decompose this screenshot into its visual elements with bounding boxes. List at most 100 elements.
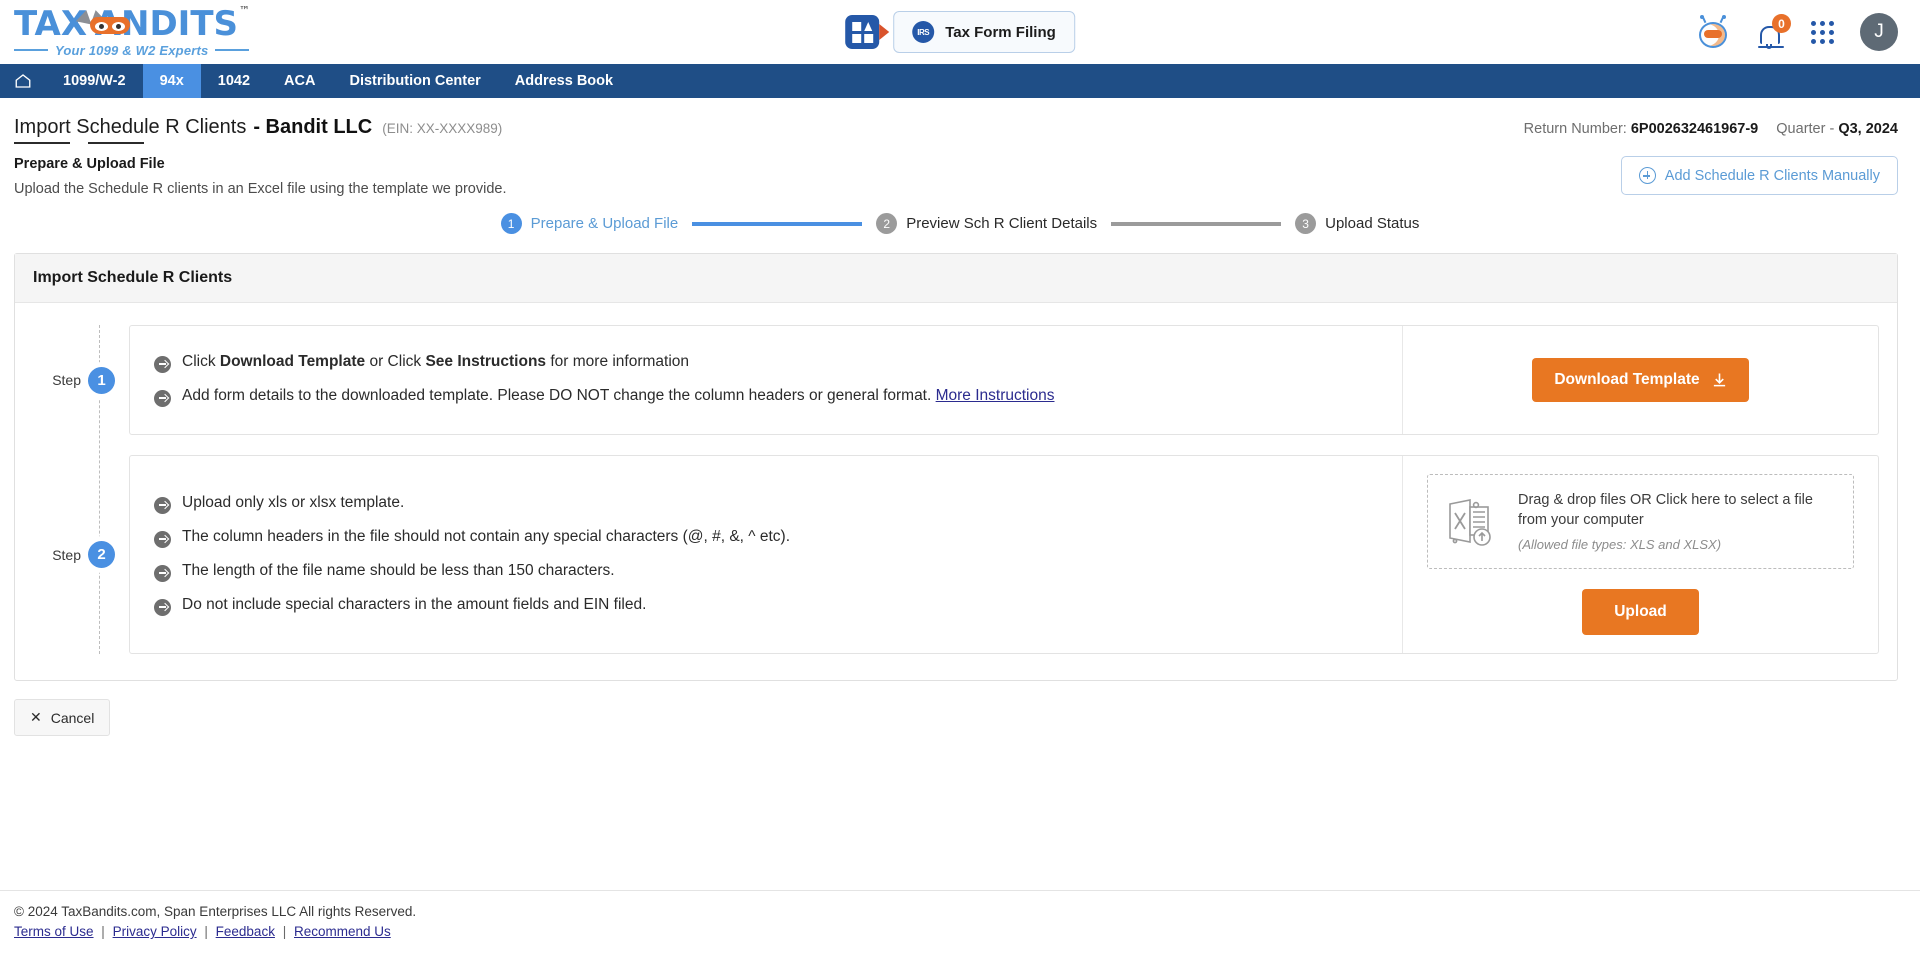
stepper-connector-1 — [692, 221, 863, 226]
stepper-step-1-label: Prepare & Upload File — [530, 215, 679, 232]
nav-label: 94x — [159, 73, 184, 89]
upload-button[interactable]: Upload — [1582, 589, 1699, 636]
step-1-marker: Step 1 — [33, 325, 129, 435]
excel-upload-icon — [1446, 495, 1502, 549]
irs-seal-icon: IRS — [912, 21, 935, 43]
stepper-step-2-label: Preview Sch R Client Details — [906, 215, 1098, 232]
nav-label: Distribution Center — [349, 73, 481, 89]
step-2-block: Step 2 Upload only xls or xlsx template.… — [33, 455, 1879, 655]
dropzone-text-group: Drag & drop files OR Click here to selec… — [1518, 491, 1835, 552]
nav-item-94x[interactable]: 94x — [142, 64, 201, 98]
nav-item-1042[interactable]: 1042 — [201, 64, 267, 98]
nav-label: Address Book — [514, 73, 614, 89]
step-2-word: Step — [52, 546, 81, 563]
title-underline-decoration — [14, 142, 144, 144]
business-name: - Bandit LLC — [253, 116, 373, 138]
step-2-bullet-4-text: Do not include special characters in the… — [182, 595, 647, 613]
app-launcher-icon[interactable] — [1811, 20, 1834, 44]
step-2-panel: Upload only xls or xlsx template. The co… — [129, 455, 1879, 655]
notification-count-badge: 0 — [1772, 14, 1791, 33]
nav-item-1099-w2[interactable]: 1099/W-2 — [46, 64, 143, 98]
step-2-bullet-3-text: The length of the file name should be le… — [182, 561, 615, 579]
cancel-button[interactable]: ✕ Cancel — [14, 699, 111, 737]
bandit-bot-icon[interactable] — [1695, 15, 1731, 49]
footer-link-feedback[interactable]: Feedback — [216, 924, 275, 939]
footer-copyright: © 2024 TaxBandits.com, Span Enterprises … — [14, 904, 417, 919]
business-ein: (EIN: XX-XXXX989) — [382, 121, 503, 136]
stepper-connector-2 — [1111, 221, 1282, 226]
file-dropzone[interactable]: Drag & drop files OR Click here to selec… — [1427, 474, 1854, 570]
close-icon: ✕ — [30, 709, 42, 726]
return-number-value: 6P002632461967-9 — [1630, 121, 1759, 137]
nav-item-aca[interactable]: ACA — [267, 64, 332, 98]
step-2-bullet-4: Do not include special characters in the… — [154, 596, 1378, 616]
step-2-instructions: Upload only xls or xlsx template. The co… — [130, 456, 1402, 653]
step-2-bullet-3: The length of the file name should be le… — [154, 562, 1378, 582]
footer-separator: | — [101, 924, 105, 939]
subhead-row: Prepare & Upload File Upload the Schedul… — [0, 139, 1920, 197]
add-schedule-r-clients-manually-button[interactable]: Add Schedule R Clients Manually — [1620, 156, 1898, 195]
top-header: TAX ANDITS ™ Your 1099 & W2 Experts IRS … — [0, 0, 1920, 64]
tax-form-filing-label: Tax Form Filing — [945, 23, 1056, 41]
quarter-label: Quarter - — [1776, 121, 1835, 137]
avatar[interactable]: J — [1860, 13, 1898, 51]
download-template-button[interactable]: Download Template — [1532, 358, 1749, 402]
logo-wordmark: TAX ANDITS ™ — [14, 3, 250, 44]
step-2-bullet-1: Upload only xls or xlsx template. — [154, 494, 1378, 514]
download-template-label: Download Template — [1554, 371, 1700, 388]
page-header-row: Import Schedule R Clients - Bandit LLC (… — [0, 98, 1920, 144]
step-1-panel: Click Download Template or Click See Ins… — [129, 325, 1879, 435]
step-2-bullet-2-text: The column headers in the file should no… — [182, 527, 791, 545]
bandit-mask-icon — [75, 7, 131, 35]
header-right-group: 0 J — [1695, 13, 1898, 51]
trademark-symbol: ™ — [239, 3, 250, 17]
progress-stepper: 1 Prepare & Upload File 2 Preview Sch R … — [0, 213, 1920, 234]
footer-separator: | — [282, 924, 287, 939]
cancel-row: ✕ Cancel — [0, 681, 1920, 737]
step-1-number: 1 — [88, 366, 115, 394]
logo-tagline: Your 1099 & W2 Experts — [14, 43, 250, 58]
step-1-bullet-2: Add form details to the downloaded templ… — [154, 387, 1378, 407]
stepper-step-2-number: 2 — [876, 213, 898, 234]
subhead-heading: Prepare & Upload File — [14, 156, 165, 172]
stepper-step-3[interactable]: 3 Upload Status — [1295, 213, 1419, 234]
notification-bell-icon[interactable]: 0 — [1757, 14, 1791, 49]
nav-item-address-book[interactable]: Address Book — [498, 64, 630, 98]
nav-label: 1042 — [217, 73, 251, 89]
footer-link-terms-of-use[interactable]: Terms of Use — [14, 924, 94, 939]
step-1-bullet-2-text: Add form details to the downloaded templ… — [182, 387, 1055, 404]
apps-grid-icon[interactable] — [845, 15, 890, 49]
stepper-step-1-number: 1 — [500, 213, 522, 234]
subhead-text-group: Prepare & Upload File Upload the Schedul… — [14, 156, 506, 197]
step-1-bullet-1-text: Click Download Template or Click See Ins… — [182, 353, 690, 370]
step-1-instructions: Click Download Template or Click See Ins… — [130, 326, 1402, 434]
cancel-label: Cancel — [50, 709, 95, 726]
step-2-number: 2 — [88, 541, 115, 569]
more-instructions-link[interactable]: More Instructions — [936, 387, 1055, 404]
stepper-step-3-label: Upload Status — [1325, 215, 1420, 232]
stepper-step-2[interactable]: 2 Preview Sch R Client Details — [876, 213, 1097, 234]
tax-form-filing-button[interactable]: IRS Tax Form Filing — [893, 11, 1075, 53]
step-1-word: Step — [52, 372, 81, 388]
stepper-step-1[interactable]: 1 Prepare & Upload File — [500, 213, 679, 234]
arrow-bullet-icon — [154, 356, 171, 373]
arrow-bullet-icon — [154, 496, 171, 514]
nav-label: 1099/W-2 — [63, 73, 126, 89]
taxbandits-logo[interactable]: TAX ANDITS ™ Your 1099 & W2 Experts — [14, 3, 250, 58]
logo-text-pre: TAX — [14, 3, 88, 44]
page-footer: © 2024 TaxBandits.com, Span Enterprises … — [0, 890, 1920, 953]
footer-separator: | — [204, 924, 208, 939]
nav-item-distribution-center[interactable]: Distribution Center — [332, 64, 497, 98]
arrow-bullet-icon — [154, 390, 171, 407]
home-icon[interactable] — [0, 64, 46, 98]
footer-link-recommend-us[interactable]: Recommend Us — [294, 924, 391, 939]
footer-link-privacy-policy[interactable]: Privacy Policy — [113, 924, 197, 939]
page-title: Import Schedule R Clients — [14, 116, 247, 138]
add-manually-label: Add Schedule R Clients Manually — [1664, 167, 1880, 184]
quarter-value: Q3, 2024 — [1838, 121, 1898, 137]
upload-label: Upload — [1614, 603, 1667, 621]
step-2-bullet-1-text: Upload only xls or xlsx template. — [182, 493, 405, 511]
nav-label: ACA — [284, 73, 316, 89]
return-info: Return Number: 6P002632461967-9 Quarter … — [1524, 121, 1898, 137]
import-card-title: Import Schedule R Clients — [15, 254, 1897, 303]
